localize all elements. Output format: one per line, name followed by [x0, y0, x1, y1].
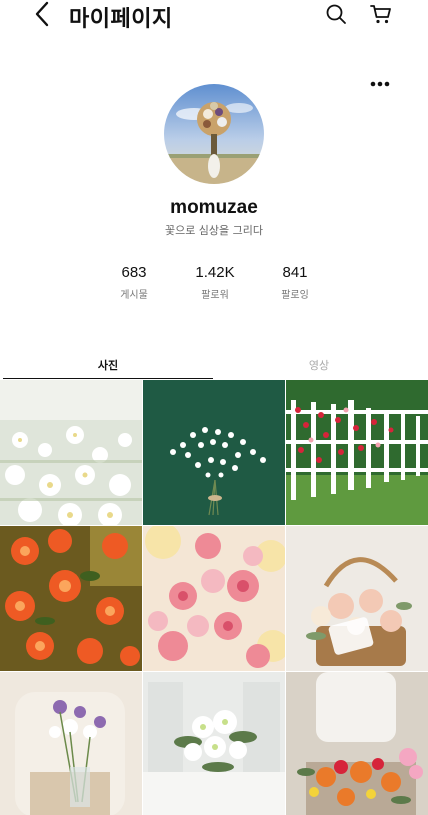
- stat-following[interactable]: 841 팔로잉: [255, 264, 335, 301]
- photo-tile[interactable]: [286, 526, 428, 671]
- search-icon: [326, 4, 346, 24]
- photo-white-flowers-field: [0, 380, 142, 525]
- photo-tile[interactable]: [143, 526, 285, 671]
- photo-white-bouquet: [143, 672, 285, 815]
- stat-followers-label: 팔로워: [201, 290, 229, 301]
- photo-tile[interactable]: [143, 672, 285, 815]
- chevron-left-icon: [35, 1, 49, 27]
- stat-following-label: 팔로잉: [281, 290, 309, 301]
- stat-followers[interactable]: 1.42K 팔로워: [175, 264, 255, 301]
- photo-tile[interactable]: [0, 526, 142, 671]
- more-options-button[interactable]: [366, 76, 394, 92]
- username: momuzae: [170, 197, 258, 218]
- photo-grid: [0, 380, 428, 815]
- tab-videos[interactable]: 영상: [214, 353, 424, 379]
- photo-orange-trumpet-flowers: [0, 526, 142, 671]
- photo-tile[interactable]: [286, 672, 428, 815]
- photo-lisianthus-vase: [0, 672, 142, 815]
- photo-florist-arrangement: [286, 672, 428, 815]
- top-bar: 마이페이지: [0, 0, 428, 32]
- photo-tile[interactable]: [0, 380, 142, 525]
- stat-followers-value: 1.42K: [195, 264, 235, 281]
- photo-pink-roses: [143, 526, 285, 671]
- stat-posts-value: 683: [121, 264, 147, 281]
- page-title: 마이페이지: [69, 7, 173, 32]
- bio: 꽃으로 심상을 그리다: [164, 224, 264, 237]
- photo-babys-breath-bouquet: [143, 380, 285, 525]
- search-button[interactable]: [325, 3, 347, 25]
- cart-button[interactable]: [370, 3, 392, 25]
- photo-rose-fence: [286, 380, 428, 525]
- cart-icon: [370, 5, 391, 24]
- avatar[interactable]: [164, 84, 264, 184]
- stat-posts[interactable]: 683 게시물: [94, 264, 174, 301]
- stat-posts-label: 게시물: [120, 290, 148, 301]
- content-tabs: 사진 영상: [0, 353, 428, 381]
- back-button[interactable]: [32, 1, 54, 27]
- profile-photo: [164, 84, 264, 184]
- tab-photos[interactable]: 사진: [3, 353, 213, 379]
- photo-tile[interactable]: [286, 380, 428, 525]
- photo-flower-basket: [286, 526, 428, 671]
- more-horizontal-icon: [370, 81, 390, 87]
- stat-following-value: 841: [282, 264, 308, 281]
- photo-tile[interactable]: [0, 672, 142, 815]
- photo-tile[interactable]: [143, 380, 285, 525]
